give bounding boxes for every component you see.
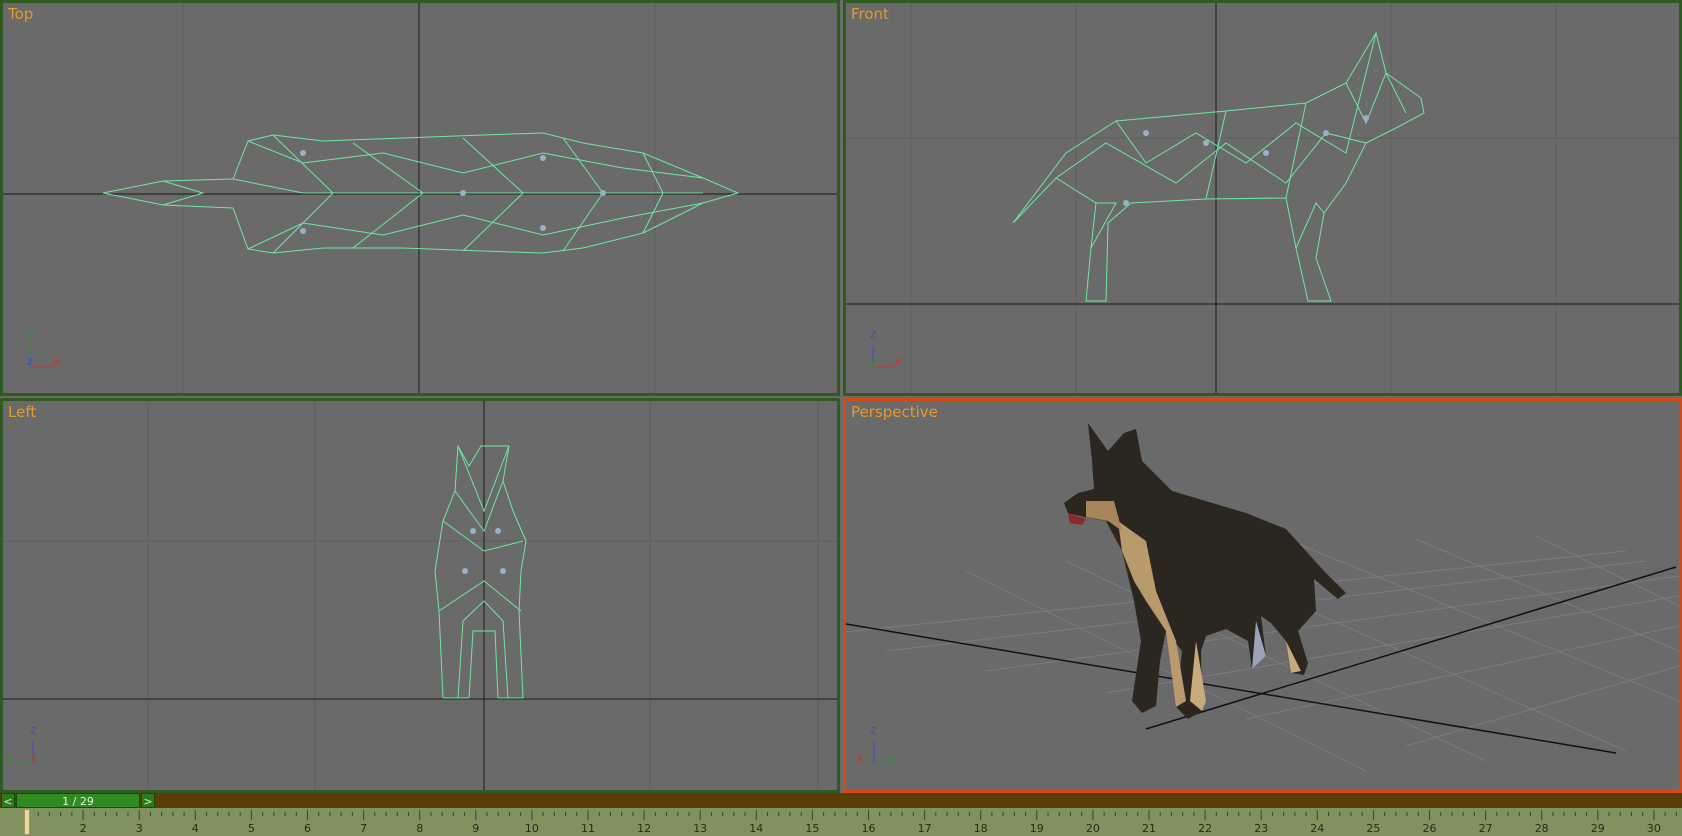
ruler-tick-label: 29: [1590, 822, 1605, 835]
top-view-canvas: [3, 3, 837, 393]
viewport-perspective[interactable]: Perspective z x y: [843, 398, 1682, 793]
ruler-tick-label: 6: [304, 822, 311, 835]
prev-frame-button[interactable]: <: [1, 793, 15, 808]
viewport-front[interactable]: Front z y x: [843, 0, 1682, 396]
ruler-tick-label: 15: [805, 822, 820, 835]
dog-model: [1064, 423, 1346, 719]
ruler-tick-label: 7: [360, 822, 368, 835]
ruler-tick-label: 10: [524, 822, 539, 835]
ruler-tick-label: 2: [79, 822, 87, 835]
front-view-canvas: [846, 3, 1679, 393]
ruler-tick-label: 27: [1478, 822, 1493, 835]
axis-label-y: y: [27, 326, 35, 340]
axis-label-x: x: [894, 354, 902, 368]
ruler-tick-label: 21: [1142, 822, 1156, 835]
ruler-tick-label: 11: [581, 822, 595, 835]
dog-wireframe-left: [434, 444, 527, 699]
axis-label-z: z: [27, 354, 34, 368]
ruler-tick-label: 18: [973, 822, 988, 835]
ruler-tick-label: 30: [1646, 822, 1661, 835]
ruler-tick-label: 25: [1366, 822, 1381, 835]
ruler-tick-label: 9: [472, 822, 480, 835]
ruler-tick-label: 19: [1029, 822, 1044, 835]
axis-label-x: x: [53, 354, 61, 368]
ruler-tick-label: 12: [637, 822, 652, 835]
time-slider-thumb[interactable]: 1 / 29: [16, 793, 140, 808]
ruler-tick-label: 4: [191, 822, 199, 835]
ruler-tick-label: 28: [1534, 822, 1549, 835]
viewport-top[interactable]: Top y z x: [0, 0, 840, 396]
axis-label-z: z: [870, 327, 877, 341]
axis-label-y: y: [870, 354, 878, 368]
viewport-label-left[interactable]: Left: [8, 403, 36, 421]
axis-label-y: y: [6, 751, 14, 765]
next-frame-button[interactable]: >: [141, 793, 155, 808]
ruler-tick-label: 14: [749, 822, 764, 835]
ruler-tick-label: 5: [247, 822, 255, 835]
axis-label-x: x: [856, 751, 864, 765]
left-view-canvas: [3, 401, 837, 790]
dog-wireframe-front: [1012, 31, 1425, 302]
ruler-tick-label: 24: [1310, 822, 1325, 835]
ruler-tick-label: 3: [135, 822, 143, 835]
perspective-canvas: [846, 423, 1679, 772]
viewport-label-front[interactable]: Front: [851, 5, 889, 23]
axis-label-z: z: [30, 723, 37, 737]
axis-label-z: z: [870, 723, 877, 737]
viewport-left[interactable]: Left z y x: [0, 398, 840, 793]
ruler-tick-label: 17: [917, 822, 932, 835]
viewport-label-top[interactable]: Top: [8, 5, 33, 23]
ruler-tick-label: 16: [861, 822, 876, 835]
ruler-tick-label: 13: [693, 822, 708, 835]
ruler-tick-label: 23: [1254, 822, 1269, 835]
playhead-marker[interactable]: [24, 809, 30, 835]
ruler-tick-label: 8: [416, 822, 424, 835]
viewport-label-perspective[interactable]: Perspective: [851, 403, 938, 421]
axis-label-x: x: [30, 751, 38, 765]
ruler-tick-label: 22: [1198, 822, 1213, 835]
ruler-tick-label: 26: [1422, 822, 1437, 835]
dog-wireframe-top: [102, 132, 740, 254]
ruler-tick-label: 20: [1085, 822, 1100, 835]
axis-label-y: y: [889, 751, 897, 765]
frame-ruler[interactable]: 2 3 4 5 6 7 8 9 10 11 12 13 14 15 16 17 18 19 20 21 22 23 24 25…: [0, 808, 1682, 836]
time-slider-bar[interactable]: < 1 / 29 >: [0, 793, 1682, 808]
